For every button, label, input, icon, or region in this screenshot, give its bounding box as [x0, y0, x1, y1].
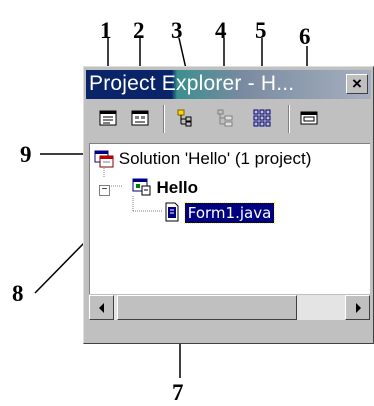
- tree-view-button[interactable]: [214, 108, 236, 128]
- project-tree: Solution 'Hello' (1 project) − Hello For…: [89, 143, 370, 294]
- title-bar[interactable]: Project Explorer - H... ×: [86, 70, 371, 99]
- horizontal-scrollbar[interactable]: [89, 295, 370, 320]
- properties-icon: [300, 111, 318, 125]
- callout-9: 9: [20, 142, 32, 167]
- callout-8: 8: [12, 281, 24, 306]
- tree-item-file[interactable]: Form1.java: [164, 202, 276, 224]
- window-title: Project Explorer - H...: [89, 72, 295, 95]
- view-code-icon: [99, 110, 117, 126]
- project-explorer-window: Project Explorer - H... × Solution 'Hell…: [83, 66, 374, 344]
- package-view-icon: [253, 109, 271, 127]
- scroll-left-button[interactable]: [89, 295, 114, 320]
- arrow-left-icon: [99, 303, 104, 313]
- arrow-right-icon: [356, 303, 361, 313]
- add-item-icon: [177, 109, 192, 127]
- solution-label: Solution 'Hello' (1 project): [118, 149, 312, 168]
- collapse-toggle[interactable]: −: [99, 185, 110, 196]
- tree-item-solution[interactable]: Solution 'Hello' (1 project): [94, 148, 311, 169]
- add-item-button[interactable]: [174, 108, 196, 128]
- tree-item-project[interactable]: − Hello: [99, 177, 198, 198]
- close-icon: ×: [352, 74, 362, 93]
- callout-1: 1: [100, 18, 112, 43]
- callout-6: 6: [299, 24, 311, 49]
- close-button[interactable]: ×: [346, 74, 368, 94]
- tree-view-icon: [217, 109, 233, 127]
- panel-footer: [89, 323, 370, 341]
- callout-2: 2: [133, 18, 145, 43]
- toolbar-separator: [163, 105, 165, 133]
- project-icon: [132, 178, 151, 196]
- project-label: Hello: [156, 178, 199, 197]
- package-view-button[interactable]: [251, 108, 273, 128]
- callout-7: 7: [172, 380, 184, 405]
- view-designer-button[interactable]: [129, 108, 151, 128]
- view-designer-icon: [131, 110, 149, 126]
- toolbar-separator: [288, 105, 290, 133]
- callout-5: 5: [255, 18, 267, 43]
- view-code-button[interactable]: [97, 108, 119, 128]
- scroll-right-button[interactable]: [345, 295, 370, 320]
- callout-3: 3: [171, 18, 183, 43]
- scrollbar-thumb[interactable]: [117, 295, 297, 320]
- java-file-icon: [165, 202, 179, 222]
- callout-4: 4: [215, 18, 227, 43]
- file-label: Form1.java: [183, 202, 276, 224]
- solution-icon: [94, 150, 114, 168]
- minus-icon: −: [101, 184, 108, 195]
- properties-button[interactable]: [298, 108, 320, 128]
- toolbar: [86, 101, 371, 139]
